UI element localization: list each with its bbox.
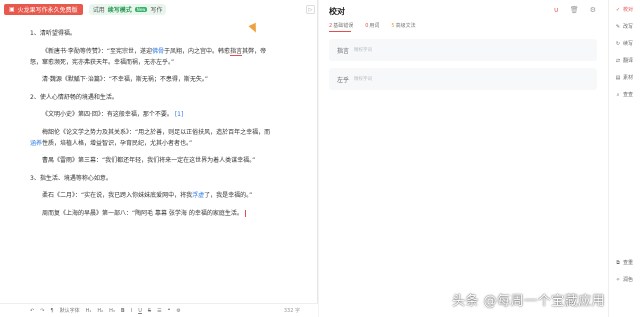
doc-line: 3、指生活、境遇等称心如意。 [30, 174, 112, 182]
stat-tab[interactable]: 0用词 [365, 22, 379, 29]
suggestion-hint: 精校字词 [354, 77, 373, 82]
collapse-icon[interactable]: ▷ [306, 5, 315, 14]
reference-link[interactable]: [1] [175, 111, 184, 118]
doc-line: 清·魏源《默觚下·治篇》：“不幸福，斯无祸；不患得，斯无失。” [42, 76, 209, 83]
bold-button[interactable]: B [121, 308, 125, 314]
doc-line: 梅韶伦《论文学之势力及其关系》：“用之於善，则足以正俗扶风，造於百年之幸福，而 [42, 128, 271, 136]
doc-line: 2、使人心情舒畅的境遇和生活。 [30, 93, 118, 101]
suggestion-word: 指言 [337, 47, 350, 55]
check-icon: ✓ [615, 6, 621, 13]
format-toolbar: ↶ ↷ ¶ 默认字体 H₁ H₂ H₃ B I U S ☰ ❝ ⚙ 332 字 [0, 303, 318, 317]
heading2-button[interactable]: H₂ [97, 308, 103, 314]
italic-button[interactable]: I [131, 308, 132, 314]
mode-prefix: 试用 [92, 6, 105, 14]
undo-button[interactable]: ↶ [30, 308, 34, 314]
search-icon: ⌕ [616, 91, 620, 98]
watermark-text: 头条 @每周一个宝藏应用 [452, 294, 606, 309]
font-select[interactable]: 默认字体 [60, 307, 80, 314]
app-window: ▣ 火龙果写作永久免费版 试用 续写模式 New 写作 ▷ 1、清听望得福。 《… [0, 0, 640, 317]
proofread-panel: 校对 ∪ 🗑 ⚙ 2基础错误 0用词 5高级文法 指言 精校字词 左乎 精校字词 [319, 0, 608, 317]
word-count: 332 字 [283, 308, 300, 314]
heading1-button[interactable]: H₁ [86, 308, 92, 314]
suggestion-card[interactable]: 指言 精校字词 [329, 39, 597, 61]
text-caret [244, 209, 246, 217]
settings-icon[interactable]: ⚙ [176, 308, 180, 314]
paragraph-icon[interactable]: ¶ [50, 308, 53, 314]
suggestion-word: 左乎 [337, 76, 350, 84]
redo-button[interactable]: ↷ [40, 308, 44, 314]
doc-line: 柔石《二月》：“实在说，我已跨入你妹妹底爱网中，将我浮虚了，我是幸福的。” [42, 192, 253, 199]
doc-line: 曹禺《雷雨》第三幕：“我们都还年轻，我们将来一定在这世界为着人类谋幸福。” [42, 157, 256, 164]
promo-badge[interactable]: ▣ 火龙果写作永久免费版 [4, 3, 83, 15]
doc-line: 涵养性质，培植人格，增益智识，孕育民纪，尤其小者者也。” [30, 139, 193, 147]
strike-button[interactable]: S [148, 308, 151, 314]
doc-line: 《文明小史》第四·回》：有这般幸福，那个不要。 [1] [42, 111, 184, 118]
continue-icon: ↻ [615, 40, 621, 47]
stat-tab[interactable]: 2基础错误 [329, 22, 353, 29]
mode-switch[interactable]: 试用 续写模式 New 写作 [88, 3, 167, 15]
gift-icon: ▣ [9, 5, 15, 13]
settings-icon[interactable]: ⚙ [590, 6, 596, 14]
doc-line: 周而复《上海的早晨》第一部八：“陶阿毛 靠幕 张学海 的幸福的家庭生活。 [30, 209, 292, 218]
error-highlight[interactable]: 指言 [230, 47, 243, 56]
rail-item-translate[interactable]: ⇄ 翻译 [609, 57, 640, 65]
panel-actions: ∪ 🗑 ⚙ [554, 6, 596, 14]
delete-icon[interactable]: 🗑 [570, 6, 579, 14]
rail-item-continue[interactable]: ↻ 续写 [609, 40, 640, 48]
rail-item-rewrite[interactable]: ✎ 改写 [609, 23, 640, 31]
translate-icon: ⇄ [615, 57, 621, 64]
material-icon: ▤ [615, 74, 621, 81]
stats-tabs: 2基础错误 0用词 5高级文法 [329, 22, 416, 32]
editor-topbar: ▣ 火龙果写作永久免费版 试用 续写模式 New 写作 [0, 0, 317, 18]
active-tab-indicator [329, 31, 351, 32]
polish-icon: ✧ [615, 276, 621, 283]
underline-button[interactable]: U [138, 308, 142, 314]
document-body[interactable]: 1、清听望得福。 《新唐书·李勣等传赞》：“至宪宗世，遂迎佛骨于凤翔，内之宫中。… [30, 30, 292, 227]
panel-title: 校对 [329, 7, 345, 16]
suggestion-card[interactable]: 左乎 精校字词 [329, 68, 597, 90]
duplicate-check-icon: ⧉ [616, 259, 620, 266]
editor-pane: ▣ 火龙果写作永久免费版 试用 续写模式 New 写作 ▷ 1、清听望得福。 《… [0, 0, 318, 317]
rail-item-polish[interactable]: ✧ 润色 [609, 276, 640, 284]
stat-tab[interactable]: 5高级文法 [391, 22, 415, 29]
rail-item-proofread[interactable]: ✓ 校对 [609, 6, 640, 14]
doc-link[interactable]: 佛骨 [152, 48, 164, 55]
tool-rail: ✓ 校对 ✎ 改写 ↻ 续写 ⇄ 翻译 ▤ 素材 ⌕ 查查 ⧉ 查重 ✧ 润色 [608, 0, 640, 317]
promo-label: 火龙果写作永久免费版 [17, 6, 78, 14]
mode-suffix: 写作 [150, 6, 163, 14]
magnet-icon[interactable]: ∪ [554, 6, 559, 14]
doc-line: 怒，窜愈濒死，宪亦弗获天年。幸福而祸，无亦左乎。” [30, 58, 175, 66]
doc-link[interactable]: 涵养 [30, 140, 42, 147]
rewrite-icon: ✎ [615, 23, 621, 30]
new-badge: New [134, 6, 148, 12]
suggestion-hint: 精校字词 [354, 48, 373, 53]
doc-line: 1、清听望得福。 [30, 30, 76, 37]
list-icon[interactable]: ☰ [157, 308, 161, 314]
heading3-button[interactable]: H₃ [109, 308, 115, 314]
doc-link[interactable]: 浮虚 [192, 192, 204, 199]
quote-icon[interactable]: ❝ [168, 308, 171, 314]
rail-item-search[interactable]: ⌕ 查查 [609, 91, 640, 99]
doc-line: 《新唐书·李勣等传赞》：“至宪宗世，遂迎佛骨于凤翔，内之宫中。韩愈指言其弊，帝 [42, 47, 267, 56]
mode-label: 续写模式 [107, 6, 132, 14]
rail-item-material[interactable]: ▤ 素材 [609, 74, 640, 82]
rail-item-duplicate[interactable]: ⧉ 查重 [609, 259, 640, 267]
